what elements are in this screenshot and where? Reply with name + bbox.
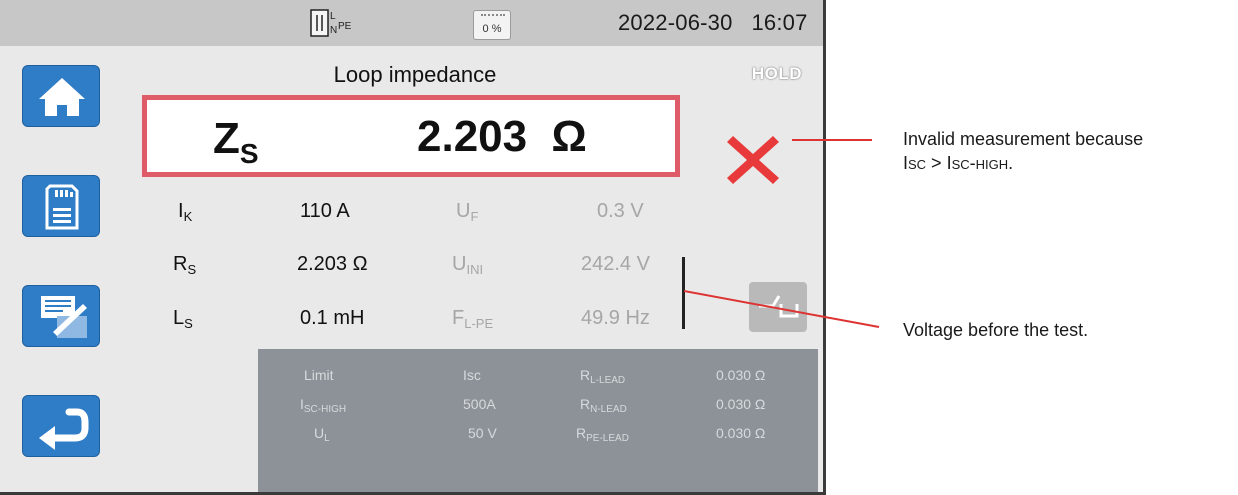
date-time: 2022-06-30 16:07 (618, 10, 808, 36)
voltage-callout-text: Voltage before the test. (903, 320, 1089, 340)
home-icon (39, 78, 85, 116)
battery-icon (481, 14, 505, 19)
notepad-icon (41, 296, 87, 338)
main-measurement-label: ZS (213, 114, 259, 169)
uf-value: 0.3 V (597, 200, 644, 222)
voltage-callout-line (684, 290, 880, 328)
battery-indicator: 0 % (473, 10, 511, 40)
main-measurement-value: 2.203 Ω (417, 112, 587, 161)
limit-value-0: Isc (463, 367, 481, 383)
ls-value: 0.1 mH (300, 307, 365, 329)
uini-value: 242.4 V (581, 253, 650, 275)
lead-value-1: 0.030 Ω (716, 396, 766, 412)
instrument-screen: L N PE 0 % 2022-06-30 16:07 Loop impedan… (0, 0, 826, 495)
flpe-value: 49.9 Hz (581, 307, 650, 329)
lead-value-2: 0.030 Ω (716, 425, 766, 441)
rs-label: RS (173, 253, 197, 277)
invalid-callout-text: Invalid measurement because Isc > Isc-hi… (903, 129, 1144, 173)
ik-value: 110 A (300, 200, 350, 222)
lead-key-2: RPE-LEAD (576, 425, 629, 444)
limit-key-0: Limit (304, 367, 334, 383)
date: 2022-06-30 (618, 10, 733, 35)
invalid-callout-line (792, 139, 872, 141)
report-button[interactable] (22, 285, 100, 347)
page-title: Loop impedance (333, 62, 497, 87)
memory-button[interactable] (22, 175, 100, 237)
svg-text:L: L (330, 11, 336, 22)
back-button[interactable] (22, 395, 100, 457)
limit-key-1: ISC-HIGH (300, 396, 347, 415)
L-N-PE-icon: L N PE (310, 9, 352, 37)
back-arrow-icon (39, 408, 89, 450)
main-measurement-box: ZS 2.203 Ω (142, 95, 680, 177)
time: 16:07 (751, 10, 808, 35)
uf-label: UF (456, 200, 479, 224)
limit-value-2: 50 V (468, 425, 497, 441)
svg-text:N: N (330, 25, 337, 36)
lead-key-1: RN-LEAD (580, 396, 627, 415)
rs-value: 2.203 Ω (297, 253, 368, 275)
lead-key-0: RL-LEAD (580, 367, 626, 386)
battery-percent: 0 % (482, 23, 502, 35)
flpe-label: FL-PE (452, 307, 494, 331)
limit-value-1: 500A (463, 396, 496, 412)
svg-text:PE: PE (338, 21, 352, 32)
status-bar: L N PE 0 % 2022-06-30 16:07 (0, 0, 823, 46)
ls-label: LS (173, 307, 193, 331)
limit-key-2: UL (314, 425, 330, 444)
sd-card-icon (45, 184, 79, 230)
hold-button[interactable]: HOLD (742, 64, 812, 84)
home-button[interactable] (22, 65, 100, 127)
limits-panel: Limit Isc RL-LEAD 0.030 Ω ISC-HIGH 500A … (258, 349, 818, 492)
invalid-x-icon (727, 136, 779, 184)
uini-label: UINI (452, 253, 484, 277)
ik-label: IK (178, 200, 193, 224)
lead-value-0: 0.030 Ω (716, 367, 766, 383)
